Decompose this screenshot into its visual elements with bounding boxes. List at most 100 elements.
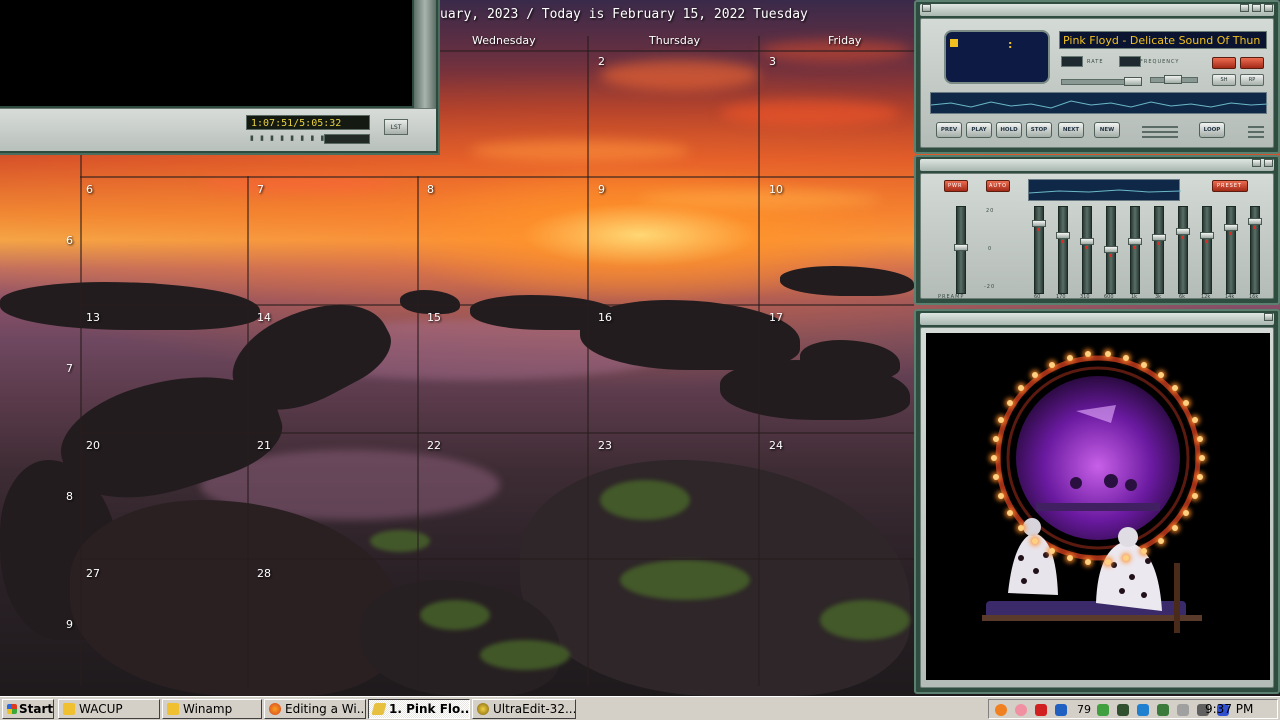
- calendar-date[interactable]: 10: [769, 183, 783, 196]
- video-volume-bar[interactable]: [324, 134, 370, 144]
- next-button[interactable]: NEXT: [1058, 122, 1084, 138]
- calendar-date[interactable]: 16: [598, 311, 612, 324]
- eq-toggle-button[interactable]: [1212, 57, 1236, 69]
- calendar-date[interactable]: 20: [86, 439, 100, 452]
- calendar-date[interactable]: 21: [257, 439, 271, 452]
- balance-slider-thumb[interactable]: [1164, 75, 1182, 84]
- eq-band-thumb[interactable]: [1080, 238, 1094, 245]
- repeat-button[interactable]: RP: [1240, 74, 1264, 86]
- monitor-icon[interactable]: [1137, 704, 1149, 716]
- video-screen[interactable]: [0, 0, 412, 106]
- visualizer[interactable]: [930, 92, 1269, 114]
- song-title-marquee[interactable]: Pink Floyd - Delicate Sound Of Thun: [1059, 31, 1267, 49]
- stop-button[interactable]: STOP: [1026, 122, 1052, 138]
- menu-grip-icon[interactable]: [1248, 131, 1264, 133]
- bitrate-display: [1061, 56, 1083, 67]
- taskbar-button-wacup[interactable]: WACUP: [58, 699, 160, 719]
- calendar-date[interactable]: 3: [769, 55, 776, 68]
- eq-band-slider[interactable]: [1226, 206, 1236, 294]
- volume-icon[interactable]: [1177, 704, 1189, 716]
- pause-button[interactable]: HOLD: [996, 122, 1022, 138]
- album-cover-image[interactable]: [926, 333, 1270, 680]
- start-button[interactable]: Start: [2, 699, 54, 719]
- calendar-date[interactable]: 28: [257, 567, 271, 580]
- equalizer-titlebar[interactable]: [920, 159, 1274, 171]
- eq-band-thumb[interactable]: [1056, 232, 1070, 239]
- eq-band-thumb[interactable]: [1032, 220, 1046, 227]
- nvidia-icon[interactable]: [1157, 704, 1169, 716]
- video-transport-buttons[interactable]: ▮ ▮ ▮ ▮ ▮ ▮ ▮ ▮: [250, 134, 326, 142]
- close-icon[interactable]: [1264, 313, 1273, 321]
- minimize-icon[interactable]: [1240, 4, 1249, 12]
- avast-icon[interactable]: [995, 704, 1007, 716]
- menu-grip-icon[interactable]: [1248, 126, 1264, 128]
- video-window[interactable]: 1:07:51/5:05:32 LST ▮ ▮ ▮ ▮ ▮ ▮ ▮ ▮: [0, 0, 440, 155]
- play-button[interactable]: PLAY: [966, 122, 992, 138]
- calendar-week-number: 8: [66, 490, 73, 503]
- close-icon[interactable]: [1264, 159, 1273, 167]
- calendar-date[interactable]: 27: [86, 567, 100, 580]
- eq-band-thumb[interactable]: [1200, 232, 1214, 239]
- taskbar-button-winamp[interactable]: Winamp: [162, 699, 262, 719]
- close-icon[interactable]: [1264, 4, 1273, 12]
- clock[interactable]: 9:37 PM: [1205, 702, 1253, 716]
- taskbar-button-winamp-player[interactable]: 1. Pink Flo...: [368, 699, 470, 719]
- light-bulb: [1104, 558, 1111, 565]
- calendar-date[interactable]: 15: [427, 311, 441, 324]
- taskbar-button-firefox[interactable]: Editing a Wi...: [264, 699, 366, 719]
- calendar-date[interactable]: 6: [86, 183, 93, 196]
- winamp-time-display[interactable]: [944, 30, 1050, 84]
- calendar-date[interactable]: 24: [769, 439, 783, 452]
- tray-temperature[interactable]: 79: [1077, 703, 1091, 716]
- shuffle-button[interactable]: SH: [1212, 74, 1236, 86]
- eq-band-thumb[interactable]: [1176, 228, 1190, 235]
- shade-icon[interactable]: [1252, 159, 1261, 167]
- volume-slider-thumb[interactable]: [1124, 77, 1142, 86]
- light-bulb: [1157, 537, 1164, 544]
- menu-icon[interactable]: [922, 4, 931, 12]
- calendar-date[interactable]: 17: [769, 311, 783, 324]
- eq-band-thumb[interactable]: [1248, 218, 1262, 225]
- open-button[interactable]: NEW: [1094, 122, 1120, 138]
- eq-band-thumb[interactable]: [1128, 238, 1142, 245]
- video-scrollbar[interactable]: [414, 0, 436, 108]
- network-icon[interactable]: [1097, 704, 1109, 716]
- grid-icon[interactable]: [1055, 704, 1067, 716]
- calendar-week-number: 9: [66, 618, 73, 631]
- calendar-date[interactable]: 9: [598, 183, 605, 196]
- album-art-titlebar[interactable]: [920, 313, 1274, 325]
- prev-button[interactable]: PREV: [936, 122, 962, 138]
- eq-band-slider[interactable]: [1202, 206, 1212, 294]
- eq-scale-mid: 0: [988, 246, 993, 252]
- preamp-slider-thumb[interactable]: [954, 244, 968, 251]
- calendar-date[interactable]: 13: [86, 311, 100, 324]
- calendar-date[interactable]: 7: [257, 183, 264, 196]
- calendar-date[interactable]: 8: [427, 183, 434, 196]
- taskbar-button-ultraedit[interactable]: UltraEdit-32...: [472, 699, 576, 719]
- eq-band-label: 16k: [1249, 294, 1259, 300]
- video-list-button[interactable]: LST: [384, 119, 408, 135]
- calendar-date[interactable]: 22: [427, 439, 441, 452]
- calendar-date[interactable]: 14: [257, 311, 271, 324]
- shade-icon[interactable]: [1252, 4, 1261, 12]
- eq-band-slider[interactable]: [1082, 206, 1092, 294]
- eq-band-slider[interactable]: [1154, 206, 1164, 294]
- shield-icon[interactable]: [1035, 704, 1047, 716]
- loop-button[interactable]: LOOP: [1199, 122, 1225, 138]
- eq-auto-label: AUTO: [989, 183, 1008, 189]
- eq-band-thumb[interactable]: [1152, 234, 1166, 241]
- windows-logo-icon: [7, 704, 17, 714]
- menu-grip-icon[interactable]: [1248, 136, 1264, 138]
- eq-band-slider[interactable]: [1178, 206, 1188, 294]
- eq-band-thumb[interactable]: [1104, 246, 1118, 253]
- usb-icon[interactable]: [1117, 704, 1129, 716]
- calendar-date[interactable]: 2: [598, 55, 605, 68]
- tray-app-icon[interactable]: [1015, 704, 1027, 716]
- winamp-main-titlebar[interactable]: [920, 4, 1274, 16]
- eq-band-slider[interactable]: [1130, 206, 1140, 294]
- calendar-date[interactable]: 23: [598, 439, 612, 452]
- playlist-toggle-button[interactable]: [1240, 57, 1264, 69]
- eq-band-slider[interactable]: [1058, 206, 1068, 294]
- eq-band-label: 170: [1056, 294, 1066, 300]
- eq-band-thumb[interactable]: [1224, 224, 1238, 231]
